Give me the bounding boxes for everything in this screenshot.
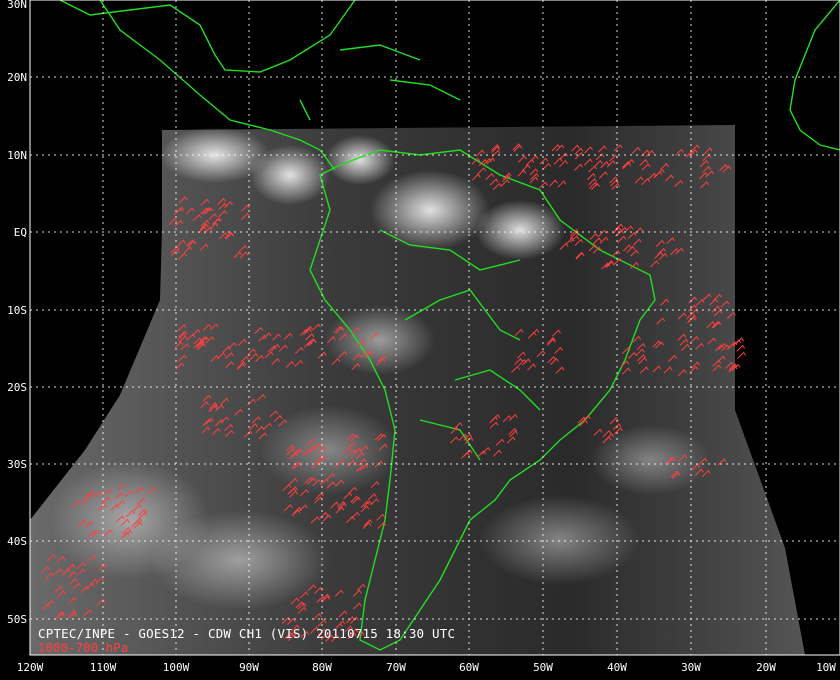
latitude-label: 50S bbox=[7, 613, 27, 626]
latitude-labels: 30N 20N 10N EQ 10S 20S 30S 40S 50S bbox=[7, 0, 27, 626]
longitude-label: 120W bbox=[17, 661, 44, 674]
wind-barb bbox=[736, 344, 746, 352]
longitude-label: 20W bbox=[756, 661, 776, 674]
latitude-label: 20N bbox=[7, 71, 27, 84]
longitude-label: 90W bbox=[239, 661, 259, 674]
satellite-map: 30N 20N 10N EQ 10S 20S 30S 40S 50S 120W 110W 100W 9… bbox=[7, 0, 840, 674]
wind-barb bbox=[737, 351, 747, 359]
latitude-label: 30N bbox=[7, 0, 27, 11]
latitude-label: 30S bbox=[7, 458, 27, 471]
pressure-level-legend: 1000-700 hPa bbox=[38, 640, 129, 655]
longitude-label: 80W bbox=[312, 661, 332, 674]
longitude-label: 70W bbox=[386, 661, 406, 674]
caribbean-islands bbox=[299, 44, 461, 121]
africa-coast bbox=[789, 0, 840, 151]
north-america-coast bbox=[59, 0, 356, 73]
longitude-label: 40W bbox=[607, 661, 627, 674]
latitude-label: EQ bbox=[14, 226, 27, 239]
latitude-label: 10S bbox=[7, 304, 27, 317]
latitude-label: 10N bbox=[7, 149, 27, 162]
latitude-label: 40S bbox=[7, 535, 27, 548]
longitude-label: 50W bbox=[533, 661, 553, 674]
longitude-label: 110W bbox=[90, 661, 117, 674]
latitude-label: 20S bbox=[7, 381, 27, 394]
image-caption: CPTEC/INPE - GOES12 - CDW CH1 (VIS) 2011… bbox=[38, 626, 456, 641]
longitude-label: 60W bbox=[459, 661, 479, 674]
longitude-label: 30W bbox=[681, 661, 701, 674]
longitude-labels: 120W 110W 100W 90W 80W 70W 60W 50W 40W 30W 20W 10W bbox=[17, 661, 837, 674]
longitude-label: 10W bbox=[816, 661, 836, 674]
longitude-label: 100W bbox=[163, 661, 190, 674]
